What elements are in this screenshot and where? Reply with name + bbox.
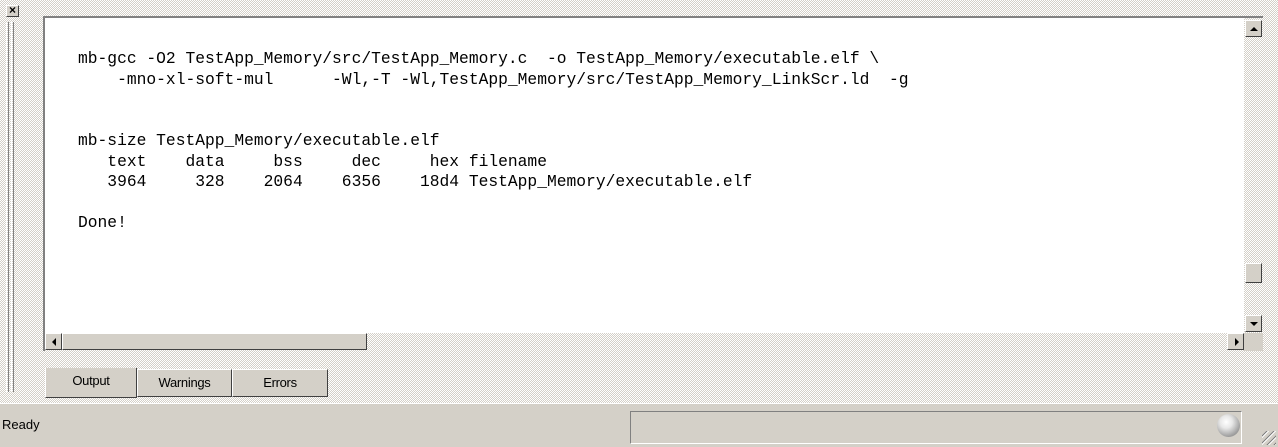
horizontal-scrollbar[interactable] [45,333,1244,351]
scroll-right-button[interactable] [1227,333,1244,350]
console-line: -mno-xl-soft-mul -Wl,-T -Wl,TestApp_Memo… [78,69,909,89]
close-icon: × [8,3,16,17]
status-ball-icon [1217,414,1240,437]
console-line: text data bss dec hex filename [78,151,547,171]
status-bar: Ready [0,403,1278,447]
vertical-scrollbar[interactable] [1244,18,1263,333]
close-pane-button[interactable]: × [6,3,19,17]
vertical-scroll-thumb[interactable] [1245,263,1262,283]
tab-warnings[interactable]: Warnings [137,369,232,397]
console-line: mb-size TestApp_Memory/executable.elf [78,131,440,150]
status-panel [630,411,1242,444]
status-text: Ready [2,417,40,432]
output-pane: mb-gcc -O2 TestApp_Memory/src/TestApp_Me… [43,16,1263,351]
resize-grip-icon[interactable] [1262,431,1276,445]
horizontal-scroll-thumb[interactable] [62,333,367,350]
tab-errors[interactable]: Errors [232,369,328,397]
console-line: Done! [78,213,127,232]
dock-grip[interactable] [6,22,9,392]
tab-output[interactable]: Output [45,368,137,398]
console-line: mb-gcc -O2 TestApp_Memory/src/TestApp_Me… [78,49,880,68]
output-text-area[interactable]: mb-gcc -O2 TestApp_Memory/src/TestApp_Me… [45,18,1244,333]
scroll-left-button[interactable] [45,333,62,350]
scrollbar-corner [1244,333,1263,351]
scroll-down-button[interactable] [1245,315,1262,332]
dock-grip-secondary[interactable] [11,22,14,392]
console-line: 3964 328 2064 6356 18d4 TestApp_Memory/e… [78,172,753,191]
scroll-up-button[interactable] [1245,20,1262,37]
console-output: mb-gcc -O2 TestApp_Memory/src/TestApp_Me… [78,49,908,234]
